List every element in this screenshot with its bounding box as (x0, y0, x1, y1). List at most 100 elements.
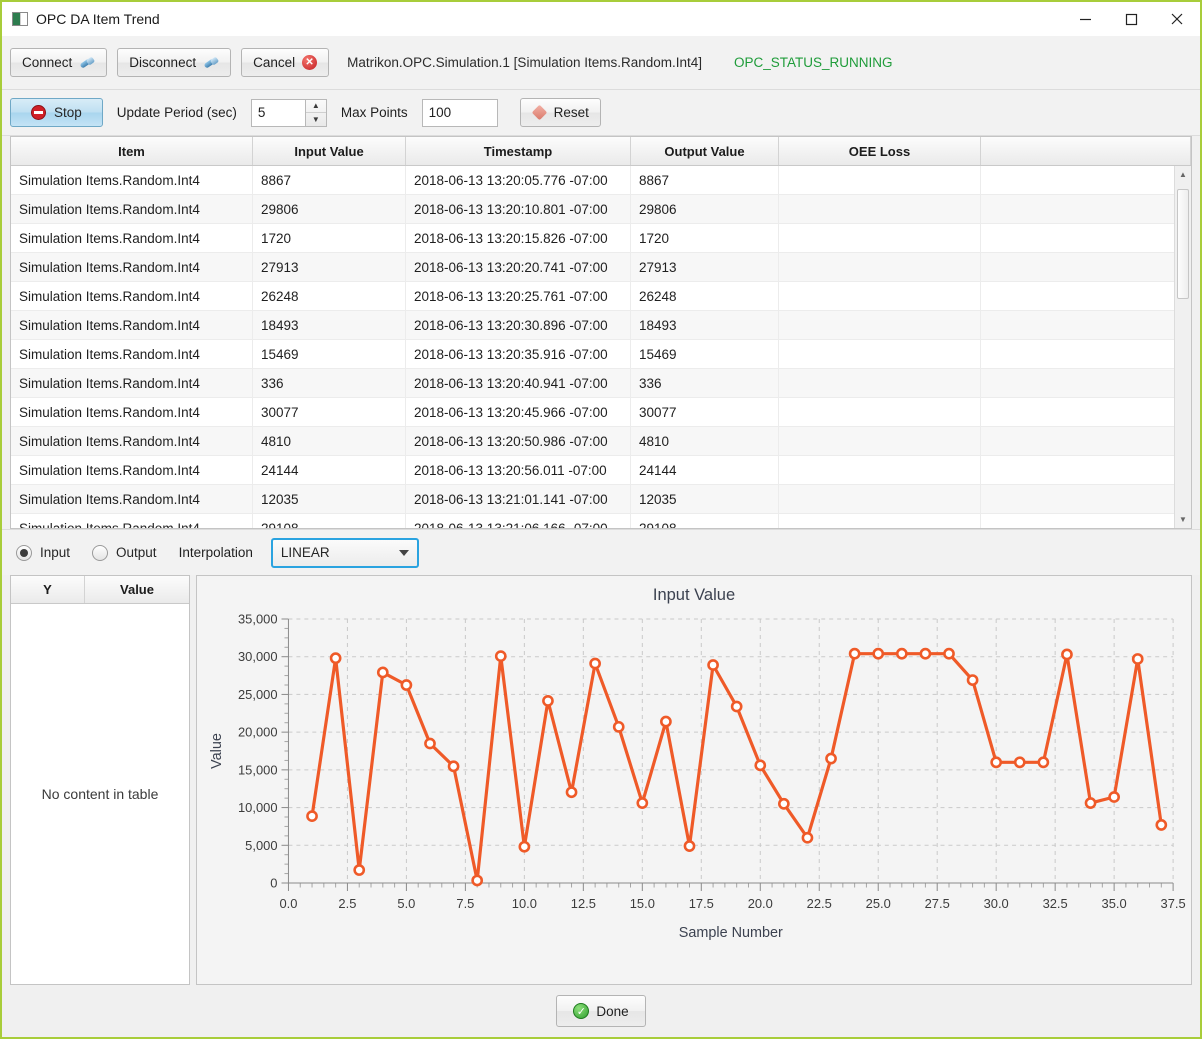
cell-item: Simulation Items.Random.Int4 (11, 456, 253, 484)
table-row[interactable]: Simulation Items.Random.Int4 24144 2018-06… (11, 456, 1191, 485)
cell-extra (981, 340, 1191, 368)
column-header-spacer[interactable] (981, 137, 1191, 165)
column-header-value[interactable]: Value (85, 576, 189, 603)
cell-input: 18493 (253, 311, 406, 339)
plot-options-bar: Input Output Interpolation LINEAR (2, 529, 1200, 575)
y-table-empty-message: No content in table (41, 786, 159, 802)
y-value-table: Y Value No content in table (10, 575, 190, 985)
cell-extra (981, 369, 1191, 397)
stop-button[interactable]: Stop (10, 98, 103, 127)
column-header-y[interactable]: Y (11, 576, 85, 603)
column-header-oee[interactable]: OEE Loss (779, 137, 981, 165)
interpolation-select[interactable]: LINEAR (270, 537, 419, 568)
cell-oee (779, 311, 981, 339)
table-row[interactable]: Simulation Items.Random.Int4 15469 2018-06… (11, 340, 1191, 369)
cell-output: 8867 (631, 166, 779, 194)
scrollbar-track[interactable] (1175, 183, 1191, 511)
cell-output: 18493 (631, 311, 779, 339)
column-header-timestamp[interactable]: Timestamp (406, 137, 631, 165)
update-period-input[interactable] (250, 98, 305, 127)
scrollbar-thumb[interactable] (1177, 189, 1189, 299)
cell-item: Simulation Items.Random.Int4 (11, 369, 253, 397)
cell-item: Simulation Items.Random.Int4 (11, 311, 253, 339)
cell-output: 15469 (631, 340, 779, 368)
close-icon[interactable] (1154, 2, 1200, 36)
table-row[interactable]: Simulation Items.Random.Int4 12035 2018-06… (11, 485, 1191, 514)
cell-extra (981, 311, 1191, 339)
stepper-down-icon[interactable]: ▼ (305, 112, 326, 126)
stepper-arrows[interactable]: ▲ ▼ (304, 98, 327, 127)
radio-input-label: Input (40, 545, 71, 560)
svg-text:35.0: 35.0 (1102, 896, 1127, 911)
connect-button[interactable]: Connect (10, 48, 108, 77)
cell-output: 29108 (631, 514, 779, 528)
cell-output: 30077 (631, 398, 779, 426)
done-button[interactable]: ✓ Done (556, 995, 646, 1027)
column-header-input[interactable]: Input Value (253, 137, 406, 165)
table-row[interactable]: Simulation Items.Random.Int4 8867 2018-06-… (11, 166, 1191, 195)
svg-text:17.5: 17.5 (689, 896, 714, 911)
svg-text:32.5: 32.5 (1043, 896, 1068, 911)
reset-button[interactable]: Reset (519, 98, 601, 127)
table-row[interactable]: Simulation Items.Random.Int4 336 2018-06-1… (11, 369, 1191, 398)
cell-input: 26248 (253, 282, 406, 310)
cell-input: 24144 (253, 456, 406, 484)
table-row[interactable]: Simulation Items.Random.Int4 29108 2018-06… (11, 514, 1191, 528)
cell-timestamp: 2018-06-13 13:20:35.916 -07:00 (406, 340, 631, 368)
table-row[interactable]: Simulation Items.Random.Int4 29806 2018-06… (11, 195, 1191, 224)
server-path: Matrikon.OPC.Simulation.1 [Simulation It… (347, 55, 703, 70)
scroll-down-icon[interactable]: ▼ (1175, 511, 1191, 528)
footer-bar: ✓ Done (2, 985, 1200, 1037)
update-period-stepper[interactable]: ▲ ▼ (250, 98, 327, 127)
svg-text:15.0: 15.0 (630, 896, 655, 911)
cell-oee (779, 514, 981, 528)
cell-input: 12035 (253, 485, 406, 513)
cell-timestamp: 2018-06-13 13:21:06.166 -07:00 (406, 514, 631, 528)
table-row[interactable]: Simulation Items.Random.Int4 18493 2018-06… (11, 311, 1191, 340)
table-row[interactable]: Simulation Items.Random.Int4 27913 2018-06… (11, 253, 1191, 282)
svg-text:10.0: 10.0 (512, 896, 537, 911)
stop-icon (31, 105, 46, 120)
chart-panel: Input Value 0 5,000 10,000 15,000 20,000 25,0… (196, 575, 1192, 985)
status-badge: OPC_STATUS_RUNNING (734, 55, 893, 70)
cell-extra (981, 166, 1191, 194)
table-row[interactable]: Simulation Items.Random.Int4 1720 2018-06-… (11, 224, 1191, 253)
window-title: OPC DA Item Trend (36, 11, 160, 27)
table-row[interactable]: Simulation Items.Random.Int4 30077 2018-06… (11, 398, 1191, 427)
table-scrollbar[interactable]: ▲ ▼ (1174, 166, 1191, 528)
cell-item: Simulation Items.Random.Int4 (11, 485, 253, 513)
cell-extra (981, 398, 1191, 426)
radio-input[interactable]: Input (16, 544, 71, 561)
minimize-icon[interactable] (1062, 2, 1108, 36)
table-row[interactable]: Simulation Items.Random.Int4 4810 2018-06-… (11, 427, 1191, 456)
cell-oee (779, 398, 981, 426)
scroll-up-icon[interactable]: ▲ (1175, 166, 1191, 183)
column-header-output[interactable]: Output Value (631, 137, 779, 165)
cell-output: 12035 (631, 485, 779, 513)
cell-input: 15469 (253, 340, 406, 368)
cancel-label: Cancel (253, 55, 296, 70)
line-chart[interactable]: 0 5,000 10,000 15,000 20,000 25,000 30,000 35,0… (197, 605, 1191, 945)
maximize-icon[interactable] (1108, 2, 1154, 36)
column-header-item[interactable]: Item (11, 137, 253, 165)
radio-output[interactable]: Output (92, 544, 157, 561)
cell-output: 1720 (631, 224, 779, 252)
cell-timestamp: 2018-06-13 13:20:40.941 -07:00 (406, 369, 631, 397)
stepper-up-icon[interactable]: ▲ (306, 100, 326, 113)
cell-extra (981, 514, 1191, 528)
max-points-input[interactable] (421, 98, 498, 127)
cell-timestamp: 2018-06-13 13:20:25.761 -07:00 (406, 282, 631, 310)
svg-text:7.5: 7.5 (456, 896, 474, 911)
stop-label: Stop (54, 105, 82, 120)
plug-icon (79, 56, 95, 70)
table-row[interactable]: Simulation Items.Random.Int4 26248 2018-06… (11, 282, 1191, 311)
cell-extra (981, 456, 1191, 484)
disconnect-button[interactable]: Disconnect (117, 48, 232, 77)
cancel-button[interactable]: Cancel ✕ (241, 48, 330, 77)
cell-input: 29806 (253, 195, 406, 223)
cell-extra (981, 253, 1191, 281)
interpolation-value: LINEAR (280, 545, 330, 560)
check-icon: ✓ (573, 1003, 590, 1019)
svg-text:30.0: 30.0 (984, 896, 1009, 911)
cell-input: 336 (253, 369, 406, 397)
